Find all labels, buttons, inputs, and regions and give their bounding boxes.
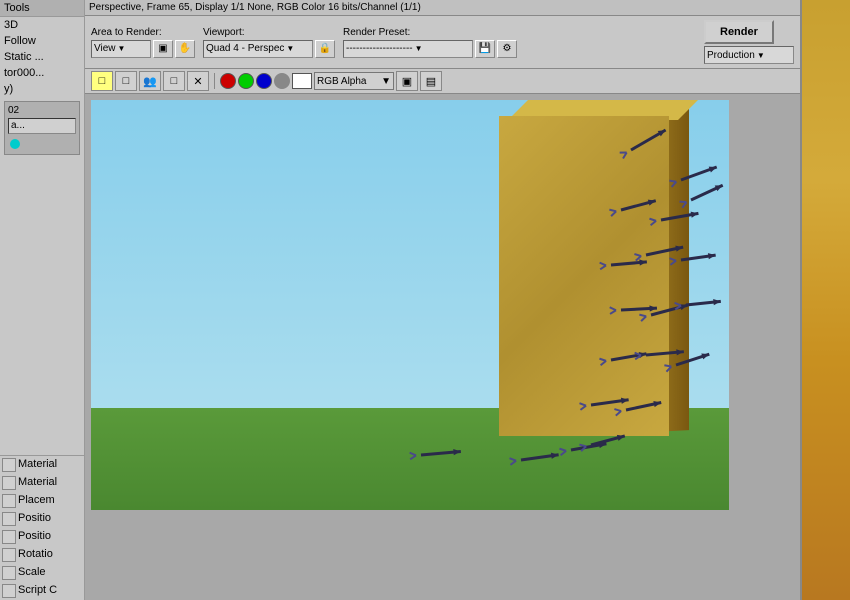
viewport-dropdown[interactable]: Quad 4 - Perspec ▼	[203, 40, 313, 58]
sidebar-item-script[interactable]: Script C	[18, 584, 82, 598]
sidebar-bottom-list: Material Material Placem Positio Positio…	[0, 455, 84, 600]
title-text: Perspective, Frame 65, Display 1/1 None,…	[89, 2, 421, 13]
tb-copy-btn[interactable]: □	[115, 71, 137, 91]
pos2-icon	[2, 530, 16, 544]
right-decorative-strip	[800, 0, 850, 600]
channel-dropdown-arrow: ▼	[381, 76, 391, 87]
script-icon	[2, 584, 16, 598]
viewport-group: Viewport: Quad 4 - Perspec ▼ 🔒	[203, 27, 335, 58]
sidebar-item-pos2[interactable]: Positio	[18, 530, 82, 544]
tb-frame-btn2[interactable]: ▤	[420, 71, 442, 91]
sidebar-item-tor[interactable]: tor000...	[0, 65, 84, 81]
viewport-dropdown-arrow: ▼	[286, 44, 294, 53]
sidebar-item-y[interactable]: y)	[0, 81, 84, 97]
lock-btn[interactable]: 🔒	[315, 40, 335, 58]
sidebar-tools-header: Tools	[0, 0, 84, 17]
sidebar-item-place[interactable]: Placem	[18, 494, 82, 508]
scale-icon	[2, 566, 16, 580]
sidebar-item-mat2[interactable]: Material	[18, 476, 82, 490]
sidebar: Tools 3D Follow Static ... tor000... y) …	[0, 0, 85, 600]
toolbar-separator	[214, 73, 215, 89]
preset-dropdown-arrow: ▼	[415, 44, 423, 53]
viewport-label: Viewport:	[203, 27, 335, 38]
sidebar-item-3d[interactable]: 3D	[0, 17, 84, 33]
sidebar-item-mat1[interactable]: Material	[18, 458, 82, 472]
render-btn-area: Render Production ▼	[704, 20, 794, 64]
channel-dropdown[interactable]: RGB Alpha ▼	[314, 72, 394, 90]
preset-dropdown[interactable]: -------------------- ▼	[343, 40, 473, 58]
mini-panel-input[interactable]: a...	[8, 118, 76, 134]
color-red[interactable]	[220, 73, 236, 89]
color-blue[interactable]	[256, 73, 272, 89]
sidebar-item-rot[interactable]: Rotatio	[18, 548, 82, 562]
rot-icon	[2, 548, 16, 562]
tb-frame-btn1[interactable]: ▣	[396, 71, 418, 91]
toolbar-row: □ □ 👥 □ ✕ RGB Alpha ▼ ▣ ▤	[85, 69, 800, 94]
sidebar-item-follow[interactable]: Follow	[0, 33, 84, 49]
mini-panel-label: 02	[8, 105, 76, 116]
area-label: Area to Render:	[91, 27, 195, 38]
area-btn2[interactable]: ✋	[175, 40, 195, 58]
title-bar: Perspective, Frame 65, Display 1/1 None,…	[85, 0, 800, 16]
preset-label: Render Preset:	[343, 27, 517, 38]
production-dropdown[interactable]: Production ▼	[704, 46, 794, 64]
scene-wall	[499, 116, 699, 436]
tb-gray-btn[interactable]	[274, 73, 290, 89]
sidebar-item-scale[interactable]: Scale	[18, 566, 82, 580]
tb-print-btn[interactable]: □	[163, 71, 185, 91]
tb-save-btn[interactable]: □	[91, 71, 113, 91]
area-dropdown[interactable]: View ▼	[91, 40, 151, 58]
render-button[interactable]: Render	[704, 20, 774, 44]
mini-dot-teal	[10, 139, 20, 149]
preset-save-btn[interactable]: 💾	[475, 40, 495, 58]
tb-close-btn[interactable]: ✕	[187, 71, 209, 91]
mat2-icon	[2, 476, 16, 490]
tools-label: Tools	[4, 2, 30, 14]
production-dropdown-arrow: ▼	[757, 51, 765, 60]
pos1-icon	[2, 512, 16, 526]
mat1-icon	[2, 458, 16, 472]
area-btn1[interactable]: ▣	[153, 40, 173, 58]
area-to-render-group: Area to Render: View ▼ ▣ ✋	[91, 27, 195, 58]
main-area: Perspective, Frame 65, Display 1/1 None,…	[85, 0, 800, 600]
wall-front-face	[499, 116, 669, 436]
sidebar-item-pos1[interactable]: Positio	[18, 512, 82, 526]
sidebar-mini-panel: 02 a...	[4, 101, 80, 155]
color-white-swatch[interactable]	[292, 73, 312, 89]
sidebar-item-static[interactable]: Static ...	[0, 49, 84, 65]
render-canvas	[91, 100, 729, 510]
preset-settings-btn[interactable]: ⚙	[497, 40, 517, 58]
color-green[interactable]	[238, 73, 254, 89]
canvas-wrapper	[85, 94, 800, 600]
tb-people-btn[interactable]: 👥	[139, 71, 161, 91]
render-controls: Area to Render: View ▼ ▣ ✋ Viewport: Qua…	[85, 16, 800, 69]
place-icon	[2, 494, 16, 508]
preset-group: Render Preset: -------------------- ▼ 💾 …	[343, 27, 517, 58]
area-dropdown-arrow: ▼	[118, 44, 126, 53]
